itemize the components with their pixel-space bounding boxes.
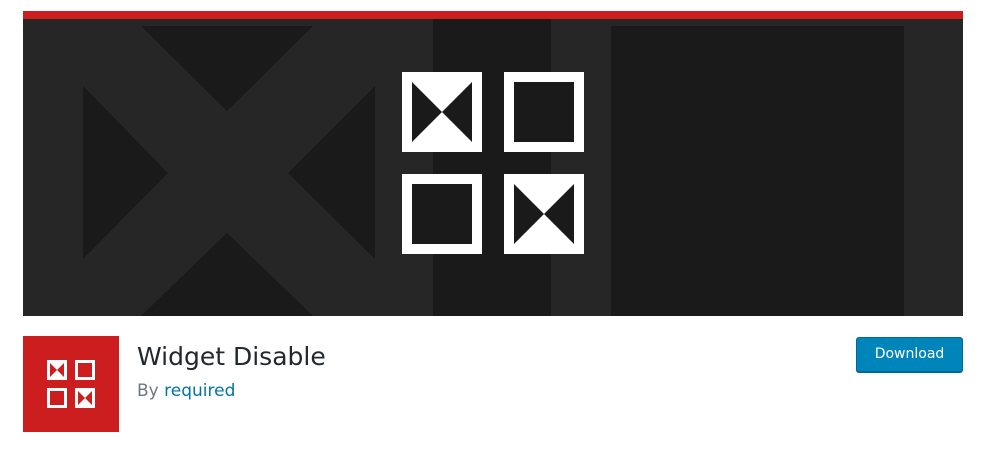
plugin-icon	[23, 336, 119, 432]
author-link[interactable]: required	[164, 381, 235, 401]
plugin-page: Widget Disable By required Download	[0, 0, 985, 456]
plugin-author: By required	[137, 379, 235, 403]
banner-dark-band	[433, 19, 551, 316]
widget-grid-icon	[47, 360, 95, 408]
banner-red-strip	[23, 11, 963, 19]
plugin-title: Widget Disable	[137, 342, 326, 371]
download-button[interactable]: Download	[856, 337, 963, 372]
author-prefix: By	[137, 381, 159, 401]
banner-artwork	[23, 11, 963, 316]
banner-dark-square	[611, 26, 904, 316]
plugin-banner	[23, 11, 963, 316]
